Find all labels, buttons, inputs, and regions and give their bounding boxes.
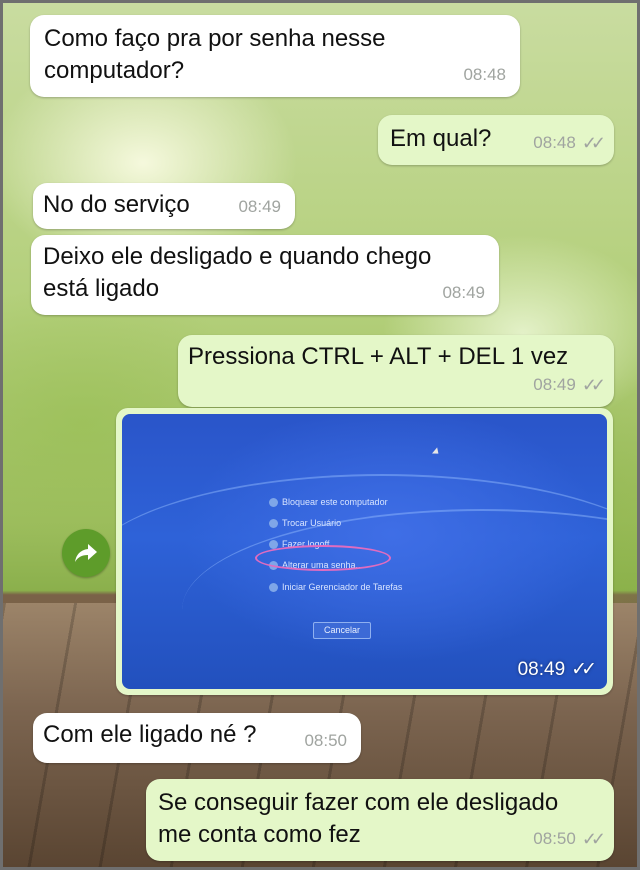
message-bubble-outgoing[interactable]: Se conseguir fazer com ele desligado me …: [146, 779, 614, 861]
cancel-button-in-photo: Cancelar: [313, 622, 371, 639]
double-check-icon: ✓✓: [571, 659, 597, 680]
forward-arrow-icon: [75, 544, 97, 562]
message-time: 08:49: [238, 197, 281, 216]
message-time: 08:50: [533, 829, 576, 848]
arrow-icon: [269, 518, 278, 528]
message-time: 08:48: [533, 133, 576, 152]
security-menu-item: Trocar Usuário: [269, 518, 341, 528]
message-time: 08:50: [304, 731, 347, 750]
double-check-icon: ✓✓: [581, 375, 606, 395]
message-time: 08:49: [533, 375, 576, 394]
message-meta: 08:49 ✓✓: [533, 369, 606, 401]
message-meta: 08:50: [304, 725, 347, 757]
message-meta: 08:48 ✓✓: [533, 127, 606, 159]
message-bubble-outgoing[interactable]: Em qual? 08:48 ✓✓: [378, 115, 614, 165]
message-time: 08:49: [517, 658, 566, 680]
chat-screen: Como faço pra por senha nesse computador…: [0, 0, 640, 870]
message-time: 08:49: [442, 283, 485, 302]
message-bubble-incoming[interactable]: Com ele ligado né ? 08:50: [33, 713, 361, 763]
arrow-icon: [269, 539, 278, 549]
arrow-icon: [269, 497, 278, 507]
message-meta: 08:49: [238, 191, 281, 223]
message-time: 08:48: [463, 65, 506, 84]
arrow-icon: [269, 582, 278, 592]
highlight-circle: [255, 545, 391, 571]
message-bubble-outgoing[interactable]: Pressiona CTRL + ALT + DEL 1 vez 08:49 ✓…: [178, 335, 614, 407]
message-text: Deixo ele desligado e quando chego está …: [43, 243, 432, 302]
double-check-icon: ✓✓: [581, 829, 606, 849]
double-check-icon: ✓✓: [581, 133, 606, 153]
message-meta: 08:50 ✓✓: [533, 823, 606, 855]
forward-button[interactable]: [62, 529, 110, 577]
message-bubble-incoming[interactable]: Como faço pra por senha nesse computador…: [30, 15, 520, 97]
security-menu-item: Iniciar Gerenciador de Tarefas: [269, 582, 402, 592]
mouse-cursor-icon: [432, 447, 441, 457]
message-text: Como faço pra por senha nesse computador…: [44, 25, 386, 84]
windows-security-screen-photo[interactable]: Bloquear este computador Trocar Usuário …: [122, 414, 607, 689]
message-meta: 08:49 ✓✓: [517, 658, 597, 681]
message-meta: 08:48: [463, 59, 506, 91]
message-bubble-incoming[interactable]: No do serviço 08:49: [33, 183, 295, 229]
message-bubble-incoming[interactable]: Deixo ele desligado e quando chego está …: [31, 235, 499, 315]
message-meta: 08:49: [442, 277, 485, 309]
security-menu-item: Bloquear este computador: [269, 497, 388, 507]
image-message-bubble[interactable]: Bloquear este computador Trocar Usuário …: [116, 408, 613, 695]
